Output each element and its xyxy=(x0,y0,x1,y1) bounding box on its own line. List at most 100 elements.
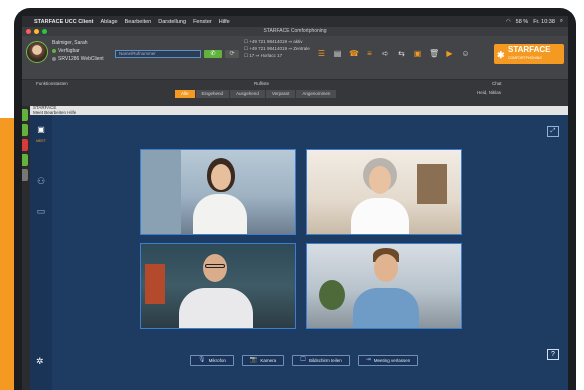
calllist-filter-tabs: Alle Eingehend Ausgehend Verpasst Angeno… xyxy=(175,90,337,98)
screenshare-button[interactable]: 🖵 Bildschirm teilen xyxy=(292,355,350,366)
trash-icon[interactable]: 🗑 xyxy=(429,49,439,58)
minimize-icon[interactable] xyxy=(34,29,39,34)
panel-headers: Funktionstasten Rufliste Chat Heid, Nikl… xyxy=(22,80,568,106)
video-tile[interactable] xyxy=(140,149,296,235)
search-input[interactable]: Name/Rufnummer xyxy=(115,50,201,58)
chat-icon[interactable]: ▭ xyxy=(35,205,47,217)
meeting-menu[interactable]: Meet Bearbeiten Hilfe xyxy=(33,110,568,116)
leave-icon: ⇥ xyxy=(365,357,371,363)
video-icon[interactable]: ▶ xyxy=(445,49,454,58)
tab-all[interactable]: Alle xyxy=(175,90,195,98)
participant-face xyxy=(374,254,398,282)
menu-hilfe[interactable]: Hilfe xyxy=(219,19,230,25)
main-toolbar: Balmiger, Sarah Verfügbar SRV1286 WebCli… xyxy=(22,36,568,80)
video-tile[interactable] xyxy=(140,243,296,329)
video-tile[interactable] xyxy=(306,149,462,235)
window-titlebar: STARFACE Comfortphoning xyxy=(22,27,568,36)
tab-outgoing[interactable]: Ausgehend xyxy=(230,90,265,98)
phonebook-icon[interactable]: ▤ xyxy=(333,49,342,58)
participant-body xyxy=(193,194,247,234)
function-key-rail xyxy=(22,106,30,206)
participant-face xyxy=(203,254,227,282)
starface-logo: ✱ STARFACE COMFORTPHONING xyxy=(494,44,564,64)
function-key[interactable] xyxy=(22,169,28,181)
meeting-titlebar: STARFACE Meet Bearbeiten Hilfe xyxy=(30,105,568,116)
function-key[interactable] xyxy=(22,109,28,121)
close-icon[interactable] xyxy=(26,29,31,34)
redirect-icon[interactable]: ➪ xyxy=(381,49,390,58)
callforward-icon[interactable]: ≡ xyxy=(365,49,374,58)
mac-menubar: STARFACE UCC Client Ablage Bearbeiten Da… xyxy=(22,16,568,27)
avatar[interactable] xyxy=(26,41,48,63)
function-key[interactable] xyxy=(22,154,28,166)
microphone-icon: 🎙 xyxy=(198,357,206,363)
help-button[interactable]: ? xyxy=(547,349,559,360)
status-selector[interactable]: Verfügbar xyxy=(52,47,104,55)
contacts-icon[interactable]: ☺ xyxy=(461,49,470,58)
list-icon[interactable]: ☰ xyxy=(317,49,326,58)
wifi-icon[interactable]: ◠ xyxy=(506,19,511,25)
toolbar-icons: ☰ ▤ ☎ ≡ ➪ ⇆ ▣ 🗑 ▶ ☺ xyxy=(317,49,470,58)
laptop-frame: STARFACE UCC Client Ablage Bearbeiten Da… xyxy=(14,8,576,390)
device-selector[interactable]: SRV1286 WebClient xyxy=(52,55,104,63)
participant-face xyxy=(211,164,231,190)
line-item[interactable]: ☐ +49 721 98414019 ⇒ Zentrale xyxy=(244,45,310,52)
meeting-sidebar: ▣ MEET ⚇ ▭ xyxy=(30,115,52,390)
microphone-button[interactable]: 🎙 Mikrofon xyxy=(190,355,234,366)
search-icon[interactable]: ⌕ xyxy=(560,18,563,25)
voicemail-icon[interactable]: ☎ xyxy=(349,49,359,58)
participant-body xyxy=(179,288,253,328)
screen-share-icon: 🖵 xyxy=(300,357,306,363)
panel-title-functionkeys: Funktionstasten xyxy=(36,81,68,86)
battery-level[interactable]: 58 % xyxy=(516,19,529,25)
tab-incoming[interactable]: Eingehend xyxy=(195,90,230,98)
transfer-icon[interactable]: ⇆ xyxy=(397,49,406,58)
meeting-controls: 🎙 Mikrofon 📷 Kamera 🖵 Bildschirm teilen ⇥ Me… xyxy=(190,355,419,366)
leave-label: Meeting verlassen xyxy=(373,358,411,363)
tab-answered[interactable]: Angenommen xyxy=(296,90,337,98)
camera-button[interactable]: 📷 Kamera xyxy=(241,355,285,366)
tab-missed[interactable]: Verpasst xyxy=(265,90,296,98)
redial-button[interactable]: ⟳ xyxy=(225,50,239,58)
window-controls xyxy=(26,29,47,34)
brand-name: STARFACE xyxy=(508,45,551,54)
brand-tagline: COMFORTPHONING xyxy=(508,56,542,60)
status-label: Verfügbar xyxy=(58,48,80,54)
screen: STARFACE UCC Client Ablage Bearbeiten Da… xyxy=(22,16,568,390)
wall-frames xyxy=(417,164,447,204)
line-item[interactable]: ☐ 17 ⇒ Horlacc 17 xyxy=(244,52,310,59)
video-tile[interactable] xyxy=(306,243,462,329)
leave-meeting-button[interactable]: ⇥ Meeting verlassen xyxy=(357,355,419,366)
line-item[interactable]: ☐ +49 721 98414019 ⇒ aktiv xyxy=(244,38,310,45)
camera-icon: 📷 xyxy=(249,357,258,363)
function-key[interactable] xyxy=(22,139,28,151)
window-title: STARFACE Comfortphoning xyxy=(263,28,327,34)
menu-darstellung[interactable]: Darstellung xyxy=(158,19,186,25)
call-button[interactable]: ✆ xyxy=(204,50,222,58)
panel-title-calllist: Rufliste xyxy=(254,81,270,86)
menu-ablage[interactable]: Ablage xyxy=(100,19,117,25)
participant-body xyxy=(351,198,409,234)
menu-app-name[interactable]: STARFACE UCC Client xyxy=(34,19,93,25)
glasses-icon xyxy=(205,264,225,268)
window-backdrop xyxy=(141,150,181,234)
clock[interactable]: Fr. 10:38 xyxy=(533,19,555,25)
gear-icon[interactable]: ✲ xyxy=(36,356,44,367)
meet-logo-label: MEET xyxy=(36,139,46,143)
zoom-icon[interactable] xyxy=(42,29,47,34)
menu-bearbeiten[interactable]: Bearbeiten xyxy=(125,19,152,25)
search-placeholder: Name/Rufnummer xyxy=(119,51,156,56)
participants-icon[interactable]: ⚇ xyxy=(35,175,47,187)
meeting-window: STARFACE Meet Bearbeiten Hilfe ▣ MEET ⚇ … xyxy=(30,105,568,390)
expand-icon[interactable]: ⤢ xyxy=(547,126,559,137)
line-list: ☐ +49 721 98414019 ⇒ aktiv ☐ +49 721 984… xyxy=(244,38,310,59)
logo-star-icon: ✱ xyxy=(497,50,505,60)
camera-label: Kamera xyxy=(260,358,277,363)
fax-icon[interactable]: ▣ xyxy=(413,49,422,58)
panel-title-chat: Chat xyxy=(492,81,502,86)
bookshelf xyxy=(145,264,165,304)
function-key[interactable] xyxy=(22,124,28,136)
device-icon xyxy=(52,57,56,61)
chat-contact[interactable]: Heid, Niklas xyxy=(477,89,501,97)
menu-fenster[interactable]: Fenster xyxy=(193,19,212,25)
